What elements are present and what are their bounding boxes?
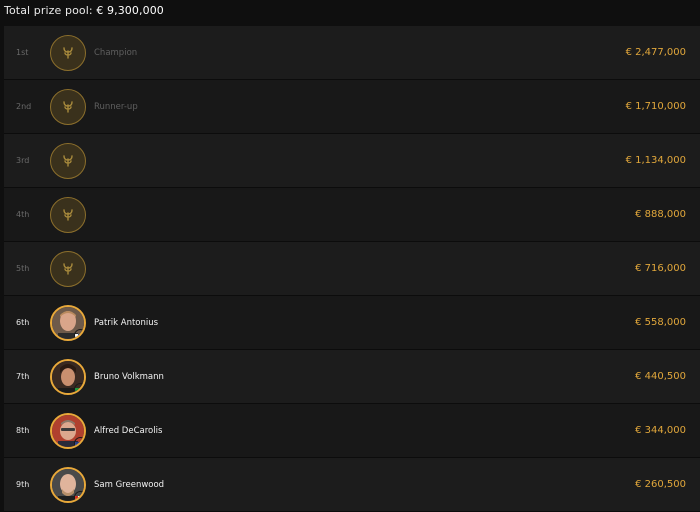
rank-label: 4th xyxy=(16,210,30,219)
laurel-icon xyxy=(50,196,86,233)
player-avatar[interactable] xyxy=(50,412,86,449)
payout-amount: € 716,000 xyxy=(635,263,686,274)
canada-flag-icon xyxy=(74,490,84,501)
payout-amount: € 1,134,000 xyxy=(625,155,686,166)
total-prize-pool-value: € 9,300,000 xyxy=(96,4,164,17)
rank-label: 6th xyxy=(16,318,30,327)
rank-label: 3rd xyxy=(16,156,30,165)
payout-amount: € 440,500 xyxy=(635,371,686,382)
player-avatar[interactable] xyxy=(50,358,86,395)
player-avatar[interactable] xyxy=(50,304,86,341)
payout-amount: € 260,500 xyxy=(635,479,686,490)
payout-amount: € 558,000 xyxy=(635,317,686,328)
total-prize-pool-label: Total prize pool: xyxy=(4,4,93,17)
player-name: Alfred DeCarolis xyxy=(94,425,163,436)
payout-name: Runner-up xyxy=(94,101,138,112)
player-name: Bruno Volkmann xyxy=(94,371,164,382)
rank-label: 7th xyxy=(16,372,30,381)
usa-flag-icon xyxy=(74,436,84,447)
payout-amount: € 1,710,000 xyxy=(625,101,686,112)
payout-table: 1st Champion € 2,477,000 2nd Runner-up €… xyxy=(4,26,700,512)
payout-row-6th[interactable]: 6th Patrik Antonius € 558,000 xyxy=(4,296,700,350)
payout-amount: € 344,000 xyxy=(635,425,686,436)
payout-row-4th: 4th € 888,000 xyxy=(4,188,700,242)
payout-row-8th[interactable]: 8th Alfred DeCarolis € 344,000 xyxy=(4,404,700,458)
total-prize-pool: Total prize pool: € 9,300,000 xyxy=(4,4,164,17)
payout-row-1st: 1st Champion € 2,477,000 xyxy=(4,26,700,80)
payout-name: Champion xyxy=(94,47,138,58)
laurel-icon xyxy=(50,34,86,71)
payout-row-2nd: 2nd Runner-up € 1,710,000 xyxy=(4,80,700,134)
rank-label: 2nd xyxy=(16,102,32,111)
brazil-flag-icon xyxy=(74,382,84,393)
player-name: Patrik Antonius xyxy=(94,317,159,328)
payout-amount: € 2,477,000 xyxy=(625,47,686,58)
payout-amount: € 888,000 xyxy=(635,209,686,220)
player-name: Sam Greenwood xyxy=(94,479,165,490)
finland-flag-icon xyxy=(74,328,84,339)
payout-row-5th: 5th € 716,000 xyxy=(4,242,700,296)
rank-label: 8th xyxy=(16,426,30,435)
laurel-icon xyxy=(50,250,86,287)
rank-label: 9th xyxy=(16,480,30,489)
rank-label: 5th xyxy=(16,264,30,273)
laurel-icon xyxy=(50,142,86,179)
laurel-icon xyxy=(50,88,86,125)
rank-label: 1st xyxy=(16,48,29,57)
payout-row-7th[interactable]: 7th Bruno Volkmann € 440,500 xyxy=(4,350,700,404)
payout-row-3rd: 3rd € 1,134,000 xyxy=(4,134,700,188)
player-avatar[interactable] xyxy=(50,466,86,503)
